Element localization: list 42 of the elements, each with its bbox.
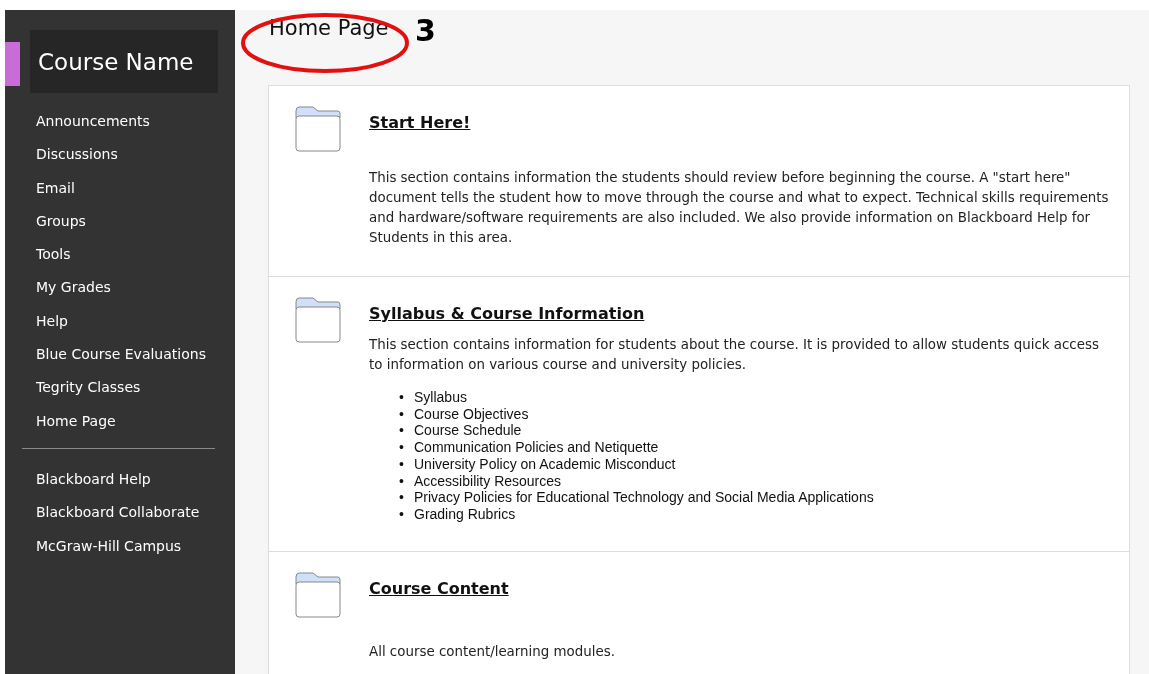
sidebar-item[interactable]: Tegrity Classes xyxy=(36,371,235,405)
list-item: Course Objectives xyxy=(414,405,529,423)
sidebar-item[interactable]: Help xyxy=(36,304,235,339)
list-item: Accessibility Resources xyxy=(414,472,562,490)
list-item: Syllabus xyxy=(414,389,467,406)
bullet-mark: • xyxy=(398,405,405,423)
bullet-mark: • xyxy=(398,489,405,506)
bullet-mark: • xyxy=(398,472,405,490)
sidebar-item[interactable]: Discussions xyxy=(36,138,235,172)
section-link[interactable]: Start Here! xyxy=(369,113,471,132)
list-item: Grading Rubrics xyxy=(414,505,516,523)
page-title: Home Page xyxy=(269,15,389,42)
sidebar-item[interactable]: Blue Course Evaluations xyxy=(36,338,235,372)
list-item: University Policy on Academic Misconduct xyxy=(414,455,676,473)
section-description: All course content/learning modules. xyxy=(369,642,616,661)
section-link[interactable]: Syllabus & Course Information xyxy=(369,304,645,323)
bullet-mark: • xyxy=(398,439,405,456)
bullet-mark: • xyxy=(398,505,405,523)
list-item: Course Schedule xyxy=(414,422,522,440)
folder-icon xyxy=(295,571,341,618)
section-link[interactable]: Course Content xyxy=(369,578,509,598)
bullet-mark: • xyxy=(398,455,405,473)
folder-icon xyxy=(295,297,341,343)
bullet-mark: • xyxy=(398,422,405,440)
list-item: Communication Policies and Netiquette xyxy=(414,439,659,456)
sidebar-item[interactable]: Groups xyxy=(36,204,235,239)
list-item: Privacy Policies for Educational Technology and Social Media Applications xyxy=(414,489,874,506)
course-name: Course Name xyxy=(30,30,218,93)
annotation-number: 3 xyxy=(415,13,436,48)
bullet-mark: • xyxy=(398,389,405,406)
menu-tab[interactable] xyxy=(5,42,20,86)
sidebar-link[interactable]: McGraw-Hill Campus xyxy=(36,529,235,563)
sidebar-item[interactable]: Email xyxy=(36,171,235,205)
sidebar-item[interactable]: My Grades xyxy=(36,271,235,305)
sidebar-item[interactable]: Announcements xyxy=(36,105,235,139)
sidebar-item[interactable]: Home Page xyxy=(36,404,235,438)
sidebar-link[interactable]: Blackboard Help xyxy=(36,462,235,497)
sidebar-link[interactable]: Blackboard Collaborate xyxy=(36,496,235,530)
folder-icon xyxy=(295,106,341,152)
section-description: This section contains information for students about the course. It is provided to allow students quick access to information on various course and university policies. xyxy=(369,336,1100,374)
section-description: This section contains information the students should review before beginning the course. A "start here" document tells the student how to move through the course and what to expect. Technical skills requirements and hardware/software requirements are also included. We also provide information on Blackboard Help for Students in this area. xyxy=(369,169,1109,247)
sidebar-item[interactable]: Tools xyxy=(36,238,235,272)
